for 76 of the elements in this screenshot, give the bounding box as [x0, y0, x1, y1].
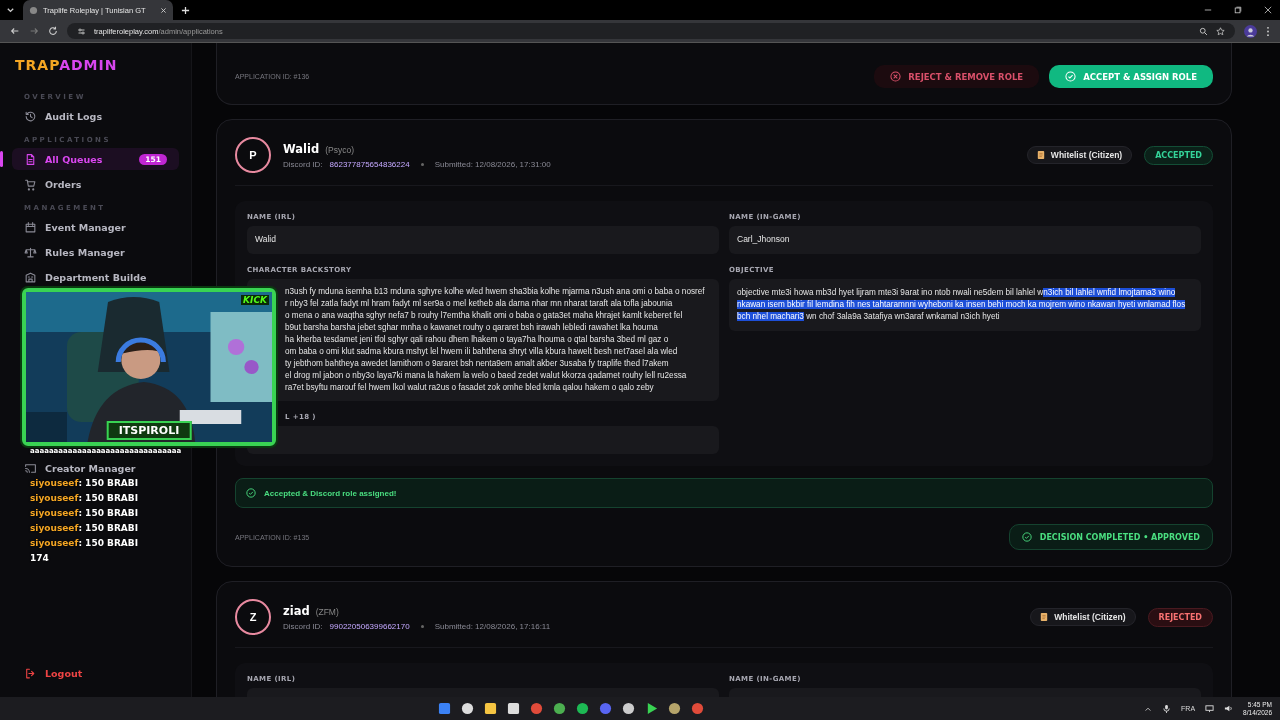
nav-label: Rules Manager — [45, 246, 125, 258]
applicant-alias: (Psyco) — [325, 144, 354, 155]
document-icon — [24, 152, 37, 166]
x-circle-icon — [890, 71, 902, 82]
building-icon — [24, 270, 37, 284]
chevron-down-icon[interactable] — [6, 5, 15, 15]
discord-label: Discord ID: — [283, 159, 323, 169]
speaker-icon[interactable] — [1224, 704, 1234, 713]
avatar: P — [235, 137, 271, 173]
forward-icon[interactable] — [29, 26, 39, 36]
close-icon[interactable] — [1264, 6, 1272, 14]
nav-label: Audit Logs — [45, 110, 103, 122]
logo-text: ADMIN — [59, 57, 118, 73]
status-badge: ACCEPTED — [1144, 145, 1213, 165]
separator-dot — [420, 162, 424, 166]
logo-text: KICK — [241, 295, 269, 305]
cart-icon — [24, 177, 37, 191]
scroll-icon — [1040, 612, 1049, 622]
decision-badge: DECISION COMPLETED • APPROVED — [1008, 524, 1213, 550]
nav-label: Department Builde — [45, 271, 147, 283]
minimize-icon[interactable] — [1204, 6, 1212, 14]
back-icon[interactable] — [10, 26, 20, 36]
avatar: Z — [235, 599, 271, 635]
new-tab-icon[interactable] — [181, 5, 190, 15]
close-icon[interactable] — [160, 6, 167, 14]
nav-item[interactable]: Audit Logs — [12, 105, 179, 127]
success-banner: Accepted & Discord role assigned! — [235, 478, 1213, 508]
logout-link[interactable]: Logout — [12, 662, 179, 684]
zoom-icon[interactable] — [1199, 26, 1208, 36]
nav-label: Creator Manager — [45, 462, 136, 474]
type-badge: Whitelist (Citizen) — [1030, 608, 1136, 626]
nav-item[interactable]: Creator Manager — [12, 457, 179, 479]
nav-label: Event Manager — [45, 221, 126, 233]
profile-avatar-icon[interactable] — [1244, 24, 1257, 38]
star-icon[interactable] — [1216, 26, 1225, 36]
monitor-icon[interactable] — [1205, 704, 1215, 713]
microphone-icon[interactable] — [1162, 704, 1172, 713]
nav-label: All Queues — [45, 153, 103, 165]
chat-message: siyouseef: 150 BRABI — [30, 493, 139, 503]
chat-message: 174 — [30, 553, 50, 563]
nav-item[interactable]: Department Builde — [12, 266, 179, 288]
logo-text: TRAP — [15, 57, 60, 73]
nav-item[interactable]: Orders — [12, 173, 179, 195]
check-circle-icon — [246, 488, 256, 498]
nav-item[interactable]: Rules Manager — [12, 241, 179, 263]
discord-label: Discord ID: — [283, 621, 323, 631]
discord-id: 862377875654836224 — [329, 159, 410, 169]
chat-message: siyouseef: 150 BRABI — [30, 508, 139, 518]
scroll-icon — [1036, 150, 1045, 160]
site-info-icon — [77, 26, 86, 36]
applicant-name: Walid — [283, 141, 320, 156]
streamer-name: ITSPIROLI — [106, 421, 192, 440]
history-icon — [24, 109, 37, 123]
applicant-alias: (ZFM) — [315, 606, 339, 617]
submitted-date: Submitted: 12/08/2026, 17:16:11 — [434, 621, 551, 631]
status-badge: REJECTED — [1147, 607, 1213, 627]
logout-icon — [24, 666, 37, 680]
nav-item[interactable]: Event Manager — [12, 216, 179, 238]
separator-dot — [420, 624, 424, 628]
restore-icon[interactable] — [1234, 6, 1242, 14]
chat-message: siyouseef: 150 BRABI — [30, 478, 139, 488]
reload-icon[interactable] — [48, 26, 58, 36]
scales-icon — [24, 245, 37, 259]
chat-message: siyouseef: 150 BRABI — [30, 538, 139, 548]
check-circle-icon — [1065, 71, 1077, 82]
chat-message: siyouseef: 150 BRABI — [30, 523, 139, 533]
nav-label: Orders — [45, 178, 82, 190]
type-badge: Whitelist (Citizen) — [1026, 146, 1133, 164]
reject-button[interactable]: REJECT & REMOVE ROLE — [874, 65, 1040, 88]
cast-icon — [24, 461, 37, 475]
discord-id: 990220506399662170 — [329, 621, 410, 631]
menu-icon[interactable] — [1266, 25, 1270, 37]
submitted-date: Submitted: 12/08/2026, 17:31:00 — [434, 159, 551, 169]
applicant-name: ziad — [283, 603, 310, 618]
check-circle-icon — [1021, 532, 1032, 542]
play-icon[interactable] — [645, 702, 659, 715]
